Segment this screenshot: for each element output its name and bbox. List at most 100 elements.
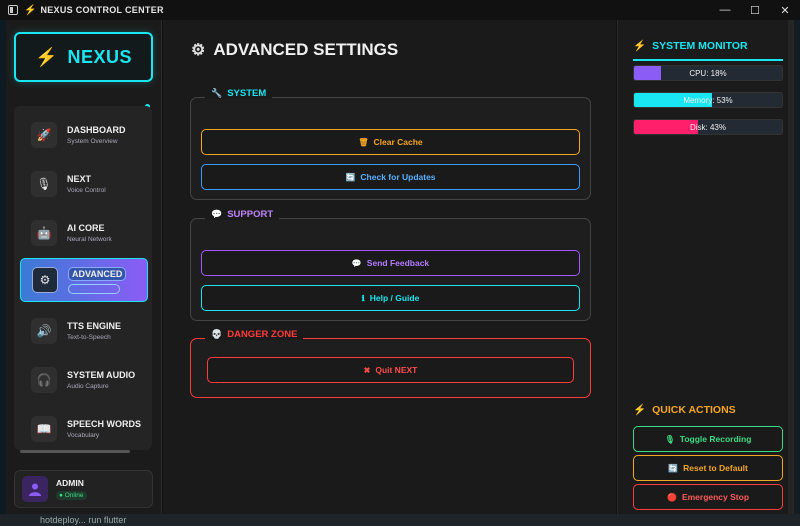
sidebar-item-sub: Audio Capture: [67, 383, 109, 390]
skull-icon: 💀: [211, 329, 223, 339]
sidebar-item-next[interactable]: 🎙 NEXT Voice Control: [20, 163, 146, 205]
help-guide-button[interactable]: ℹ Help / Guide: [201, 285, 580, 311]
check-updates-button[interactable]: 🔄 Check for Updates: [201, 164, 580, 190]
avatar: [22, 476, 48, 502]
wrench-icon: 🔧: [211, 88, 223, 98]
system-monitor-heading: ⚡ SYSTEM MONITOR: [633, 39, 748, 53]
button-label: Send Feedback: [366, 258, 430, 268]
nav-horizontal-scrollbar[interactable]: [20, 450, 130, 453]
sidebar-item-label: ADVANCED: [68, 266, 127, 281]
reset-default-button[interactable]: 🔄 Reset to Default: [633, 455, 783, 481]
divider: [633, 59, 783, 61]
user-card[interactable]: ADMIN ● Online: [14, 470, 153, 508]
sidebar-item-tts-engine[interactable]: 🔊 TTS ENGINE Text-to-Speech: [20, 310, 146, 352]
sidebar-item-dashboard[interactable]: 🚀 DASHBOARD System Overview: [20, 114, 146, 156]
sidebar-item-label: AI CORE: [67, 223, 105, 233]
sidebar: ⚡ NEXUS 🚀 DASHBOARD System Overview 🎙 NE…: [6, 20, 162, 514]
memory-meter: Memory: 53%: [633, 92, 783, 108]
sidebar-item-label: DASHBOARD: [67, 125, 126, 135]
disk-meter-label: Disk: 43%: [689, 122, 726, 132]
sidebar-item-ai-core[interactable]: 🤖 AI CORE Neural Network: [20, 212, 146, 254]
gear-icon: ⚙: [191, 42, 206, 59]
bolt-icon: ⚡: [24, 4, 37, 16]
send-feedback-button[interactable]: 💬 Send Feedback: [201, 250, 580, 276]
refresh-icon: 🔄: [668, 463, 679, 473]
toggle-recording-button[interactable]: 🎙 Toggle Recording: [633, 426, 783, 452]
speaker-icon: 🔊: [31, 318, 57, 344]
sidebar-item-sub: Vocabulary: [67, 432, 100, 439]
sidebar-item-sub: Text-to-Speech: [67, 334, 111, 341]
app-logo[interactable]: ⚡ NEXUS: [14, 32, 153, 82]
headphones-icon: 🎧: [31, 367, 57, 393]
button-label: Help / Guide: [369, 293, 420, 303]
robot-icon: 🤖: [31, 220, 57, 246]
sidebar-item-sub: Voice Control: [67, 187, 106, 194]
danger-zone-section: 💀 DANGER ZONE ✖ Quit NEXT: [190, 329, 591, 398]
section-heading-text: DANGER ZONE: [227, 329, 298, 340]
gear-icon: ⚙: [32, 267, 58, 293]
desktop-background: [794, 20, 800, 526]
window-title: NEXUS CONTROL CENTER: [40, 5, 164, 15]
sidebar-item-label: NEXT: [67, 174, 92, 184]
sidebar-item-sub: System Overview: [67, 138, 118, 145]
button-label: Emergency Stop: [681, 492, 750, 502]
heading-text: SYSTEM MONITOR: [652, 39, 748, 52]
logo-text: NEXUS: [67, 46, 132, 67]
maximize-button[interactable]: ☐: [740, 0, 770, 20]
clear-cache-button[interactable]: 🗑 Clear Cache: [201, 129, 580, 155]
sidebar-item-label: SPEECH WORDS: [67, 419, 142, 429]
microphone-icon: 🎙: [31, 171, 57, 197]
minimize-button[interactable]: —: [710, 0, 740, 20]
sidebar-item-label: TTS ENGINE: [67, 321, 122, 331]
main-content: ⚙ ADVANCED SETTINGS 🔧 SYSTEM 🗑 Clear Cac…: [163, 20, 616, 514]
system-section: 🔧 SYSTEM 🗑 Clear Cache 🔄 Check for Updat…: [190, 88, 591, 200]
button-label: Clear Cache: [373, 137, 423, 147]
speech-bubble-icon: 💬: [351, 258, 362, 268]
refresh-icon: 🔄: [345, 172, 356, 182]
sidebar-item-speech-words[interactable]: 📖 SPEECH WORDS Vocabulary: [20, 408, 146, 450]
book-icon: 📖: [31, 416, 57, 442]
status-badge: ● Online: [56, 491, 87, 500]
bolt-icon: ⚡: [633, 404, 647, 416]
title-bar: ⚡ NEXUS CONTROL CENTER — ☐ ✕: [0, 0, 800, 20]
sidebar-nav: 🚀 DASHBOARD System Overview 🎙 NEXT Voice…: [14, 106, 152, 450]
page-title-text: ADVANCED SETTINGS: [213, 40, 399, 59]
right-panel-scrollbar[interactable]: [788, 20, 794, 514]
sidebar-item-sub: Neural Network: [67, 236, 112, 243]
page-title: ⚙ ADVANCED SETTINGS: [191, 40, 398, 60]
quit-button[interactable]: ✖ Quit NEXT: [207, 357, 574, 383]
section-heading-text: SYSTEM: [227, 88, 267, 99]
section-heading: 💀 DANGER ZONE: [205, 329, 304, 340]
info-icon: ℹ: [361, 293, 365, 303]
close-icon: ✖: [363, 365, 371, 375]
section-heading: 💬 SUPPORT: [205, 209, 280, 220]
sidebar-item-system-audio[interactable]: 🎧 SYSTEM AUDIO Audio Capture: [20, 359, 146, 401]
rocket-icon: 🚀: [31, 122, 57, 148]
button-label: Toggle Recording: [679, 434, 752, 444]
memory-meter-label: Memory: 53%: [683, 95, 733, 105]
user-icon: [29, 483, 41, 496]
trash-icon: 🗑: [358, 137, 369, 147]
close-button[interactable]: ✕: [770, 0, 800, 20]
quick-actions-heading: ⚡ QUICK ACTIONS: [633, 403, 736, 417]
right-panel: ⚡ SYSTEM MONITOR CPU: 18% Memory: 53% Di…: [617, 20, 794, 514]
taskbar-peek: hotdeploy... run flutter: [0, 514, 800, 526]
cpu-meter: CPU: 18%: [633, 65, 783, 81]
speech-bubble-icon: 💬: [211, 209, 223, 219]
bolt-icon: ⚡: [35, 46, 58, 67]
button-label: Check for Updates: [360, 172, 436, 182]
microphone-icon: 🎙: [664, 434, 675, 444]
section-heading: 🔧 SYSTEM: [205, 88, 273, 99]
support-section: 💬 SUPPORT 💬 Send Feedback ℹ Help / Guide: [190, 209, 591, 321]
bolt-icon: ⚡: [633, 40, 647, 52]
emergency-stop-button[interactable]: 🔴 Emergency Stop: [633, 484, 783, 510]
stop-icon: 🔴: [666, 492, 677, 502]
button-label: Quit NEXT: [375, 365, 418, 375]
sidebar-item-advanced[interactable]: ⚙ ADVANCED: [20, 258, 148, 302]
user-name: ADMIN: [56, 478, 84, 488]
sidebar-item-label: SYSTEM AUDIO: [67, 370, 136, 380]
button-label: Reset to Default: [683, 463, 748, 473]
sidebar-item-sub: [68, 283, 120, 294]
app-window: ⚡ NEXUS 🚀 DASHBOARD System Overview 🎙 NE…: [6, 20, 794, 514]
section-heading-text: SUPPORT: [227, 209, 274, 220]
